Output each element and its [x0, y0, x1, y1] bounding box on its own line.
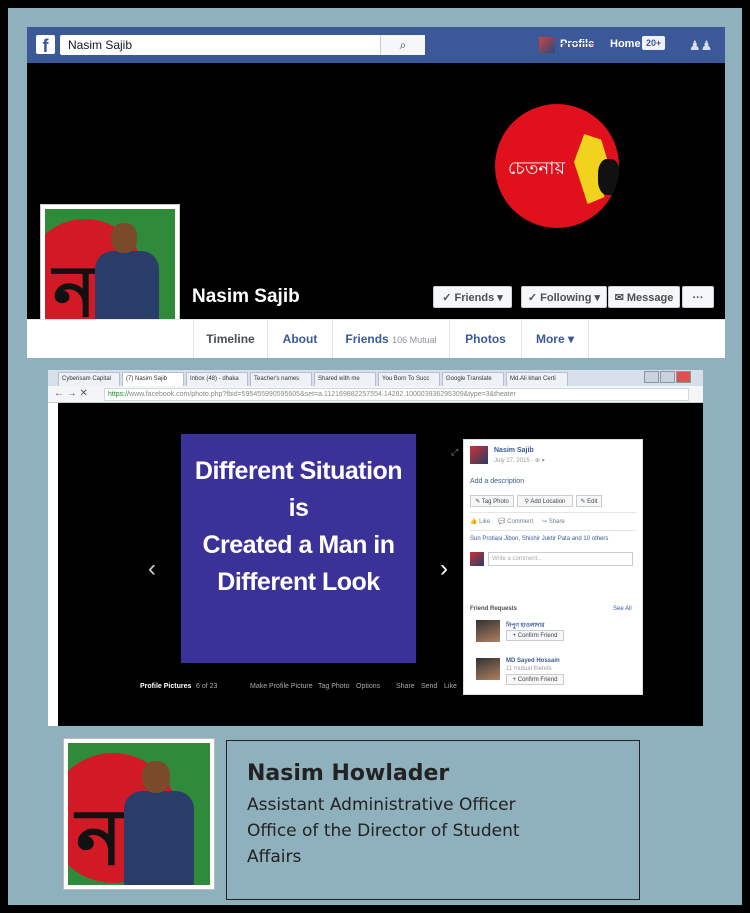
- friends-button[interactable]: ✓ Friends ▾: [433, 286, 512, 308]
- photo-text-line: Different Situation: [194, 457, 403, 485]
- figure-silhouette-icon: [598, 159, 619, 195]
- confirm-friend-button[interactable]: + Confirm Friend: [506, 674, 564, 685]
- browser-tab[interactable]: Google Translate: [442, 372, 504, 386]
- browser-tab[interactable]: Teacher's names: [250, 372, 312, 386]
- like-action[interactable]: 👍 Like: [470, 518, 490, 525]
- maximize-button[interactable]: [660, 371, 675, 383]
- tab-friends-mutual: 106 Mutual: [392, 335, 437, 345]
- photo-text-line: is: [288, 494, 309, 522]
- search-input[interactable]: Nasim Sajib: [68, 38, 132, 52]
- poster-avatar[interactable]: [470, 446, 488, 464]
- person-name: Nasim Howlader: [247, 761, 450, 786]
- photo-theater: Different Situation is Created a Man in …: [58, 403, 703, 726]
- tab-about[interactable]: About: [268, 320, 333, 358]
- facebook-top-bar: f Nasim Sajib ⌕ Profile Home 20+ ♟♟: [27, 27, 725, 63]
- bangla-letter: ন: [76, 792, 123, 883]
- facebook-profile-screenshot: f Nasim Sajib ⌕ Profile Home 20+ ♟♟ চেতন…: [27, 27, 725, 358]
- likers-text[interactable]: Sun Protiasi Jibon, Shishir Juktir Pata …: [470, 536, 608, 542]
- tag-photo-link[interactable]: Tag Photo: [318, 683, 350, 690]
- like-link[interactable]: Like: [444, 683, 457, 690]
- edit-button[interactable]: ✎ Edit: [576, 495, 602, 507]
- commenter-avatar: [470, 552, 484, 566]
- add-location-button[interactable]: ⚲ Add Location: [517, 495, 573, 507]
- browser-tab[interactable]: Cyberisam Capital: [58, 372, 120, 386]
- name-card: Nasim Howlader Assistant Administrative …: [226, 740, 640, 900]
- send-link[interactable]: Send: [421, 683, 437, 690]
- card-photo-image: ন: [68, 743, 210, 885]
- photo-text-line: Created a Man in: [202, 531, 395, 559]
- poster-name[interactable]: Nasim Sajib: [494, 447, 534, 454]
- person-head: [142, 761, 170, 793]
- browser-tab[interactable]: You Born To Succ: [378, 372, 440, 386]
- url-https: https://: [108, 391, 130, 398]
- back-forward-reload-icons[interactable]: ← → ✕: [54, 388, 88, 399]
- tab-photos[interactable]: Photos: [450, 320, 522, 358]
- requester-avatar[interactable]: [476, 658, 500, 680]
- tab-friends[interactable]: Friends 106 Mutual: [333, 320, 450, 358]
- cover-logo: চেতনায়: [495, 104, 619, 228]
- mutual-friends-text: 11 mutual friends: [506, 666, 552, 672]
- home-badge: 20+: [642, 36, 666, 50]
- previous-photo-icon[interactable]: ‹: [148, 555, 156, 583]
- message-button[interactable]: ✉ Message: [608, 286, 680, 308]
- url-input[interactable]: https://www.facebook.com/photo.php?fbid=…: [104, 388, 689, 401]
- bottom-border: [0, 905, 750, 913]
- url-path: www.facebook.com/photo.php?fbid=59545599…: [129, 391, 516, 398]
- following-button[interactable]: ✓ Following ▾: [521, 286, 607, 308]
- user-name-link[interactable]: Profile: [560, 38, 594, 50]
- requester-avatar[interactable]: [476, 620, 500, 642]
- search-icon[interactable]: ⌕: [380, 35, 425, 55]
- comment-action[interactable]: 💬 Comment: [498, 518, 533, 525]
- office-line-1: Office of the Director of Student: [247, 821, 520, 841]
- tab-timeline[interactable]: Timeline: [193, 320, 268, 358]
- tab-friends-label: Friends: [345, 332, 389, 346]
- photo-count: 6 of 23: [196, 683, 218, 690]
- divider: [470, 512, 636, 513]
- browser-tab[interactable]: Md.Ali khan Certi: [506, 372, 568, 386]
- tab-more[interactable]: More ▾: [522, 320, 589, 358]
- search-box[interactable]: Nasim Sajib ⌕: [60, 35, 425, 55]
- close-window-button[interactable]: [676, 371, 691, 383]
- profile-name[interactable]: Nasim Sajib: [192, 286, 300, 308]
- person-body: [124, 791, 194, 885]
- friend-requests-heading: Friend Requests: [470, 606, 518, 612]
- user-avatar[interactable]: [539, 37, 555, 53]
- browser-tab[interactable]: Inbox (48) - dhaka: [186, 372, 248, 386]
- theater-photo[interactable]: Different Situation is Created a Man in …: [181, 434, 416, 663]
- make-profile-picture-link[interactable]: Make Profile Picture: [250, 683, 313, 690]
- job-title: Assistant Administrative Officer: [247, 795, 516, 815]
- confirm-friend-button[interactable]: + Confirm Friend: [506, 630, 564, 641]
- browser-tab[interactable]: Shared with me: [314, 372, 376, 386]
- browser-window: Cyberisam Capital (7) Nasim Sajib Inbox …: [48, 370, 703, 726]
- fullscreen-icon[interactable]: ⤢: [451, 447, 458, 458]
- share-link[interactable]: Share: [396, 683, 415, 690]
- cover-logo-text: চেতনায়: [508, 158, 566, 178]
- card-photo: ন: [63, 738, 215, 890]
- person-head: [111, 223, 137, 253]
- facebook-logo-icon[interactable]: f: [36, 35, 55, 54]
- tag-photo-button[interactable]: ✎ Tag Photo: [470, 495, 514, 507]
- photo-side-panel: Nasim Sajib July 27, 2015 · ⊕ ▾ Add a de…: [463, 439, 643, 695]
- photo-text-line: Different Look: [217, 568, 380, 596]
- more-options-button[interactable]: ···: [682, 286, 714, 308]
- add-description-link[interactable]: Add a description: [470, 478, 524, 485]
- office-line-2: Affairs: [247, 847, 302, 867]
- comment-input[interactable]: Write a comment...: [488, 552, 633, 566]
- album-link[interactable]: Profile Pictures: [140, 683, 191, 690]
- minimize-button[interactable]: [644, 371, 659, 383]
- requester-name[interactable]: MD Sayed Hossain: [506, 658, 560, 664]
- divider: [470, 530, 636, 531]
- browser-tab-active[interactable]: (7) Nasim Sajib: [122, 372, 184, 386]
- browser-tab-strip: Cyberisam Capital (7) Nasim Sajib Inbox …: [48, 370, 703, 386]
- next-photo-icon[interactable]: ›: [440, 555, 448, 583]
- profile-tabs: Timeline About Friends 106 Mutual Photos…: [27, 319, 725, 358]
- post-date[interactable]: July 27, 2015 · ⊕ ▾: [494, 457, 545, 464]
- address-bar: ← → ✕ https://www.facebook.com/photo.php…: [48, 386, 703, 403]
- friend-requests-icon[interactable]: ♟♟: [689, 38, 712, 54]
- share-action[interactable]: ↪ Share: [542, 518, 565, 525]
- options-link[interactable]: Options: [356, 683, 380, 690]
- home-link[interactable]: Home: [610, 38, 641, 50]
- see-all-link[interactable]: See All: [613, 606, 632, 612]
